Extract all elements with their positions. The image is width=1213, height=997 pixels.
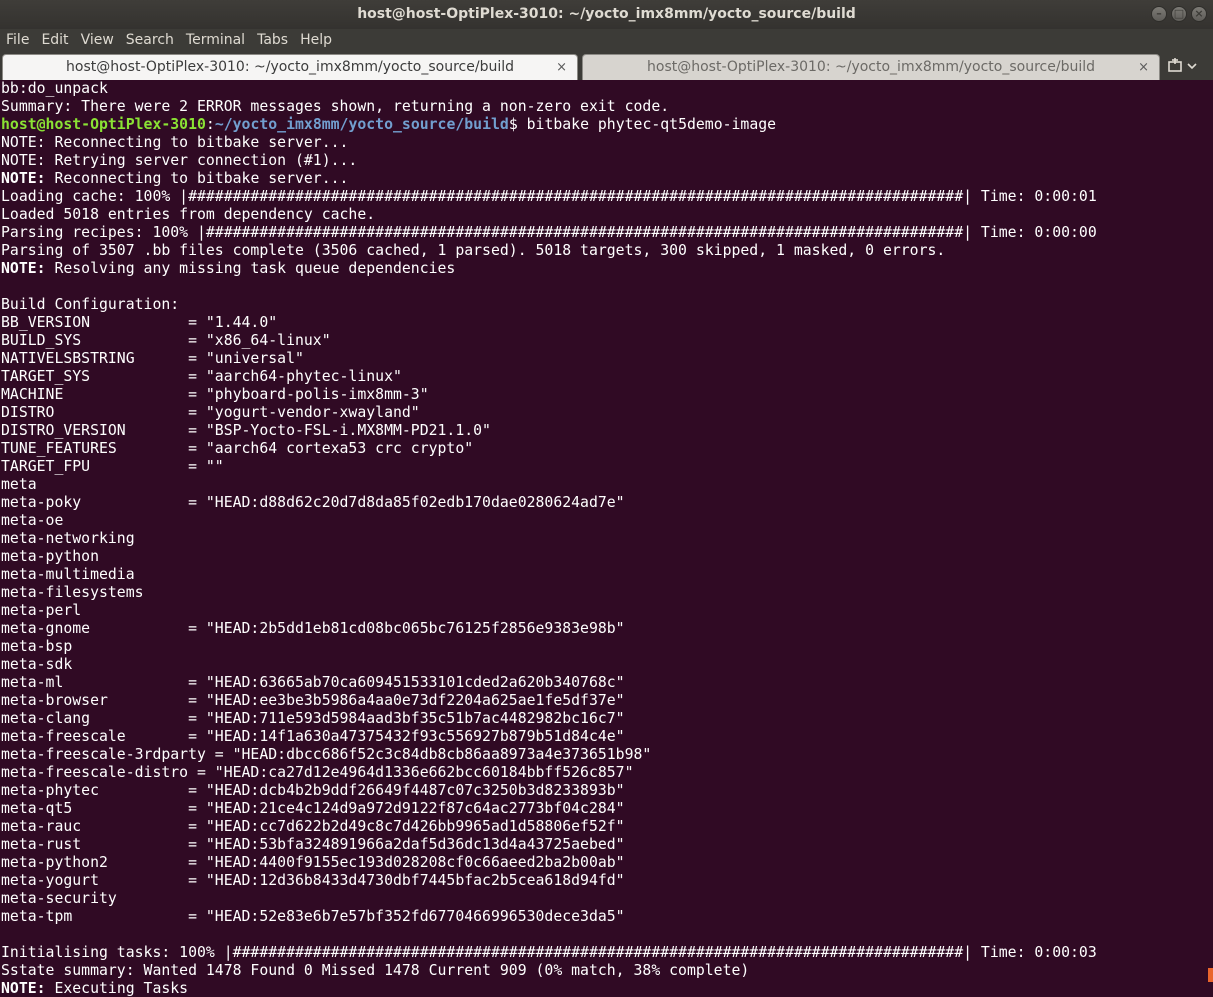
- terminal-line: meta-filesystems: [1, 584, 1213, 602]
- terminal-line: meta-rust = "HEAD:53bfa324891966a2daf5d3…: [1, 836, 1213, 854]
- terminal-line: meta-browser = "HEAD:ee3be3b5986a4aa0e73…: [1, 692, 1213, 710]
- new-tab-button[interactable]: [1164, 56, 1208, 80]
- menu-edit[interactable]: Edit: [35, 29, 74, 52]
- scrollbar-marker[interactable]: [1208, 968, 1213, 982]
- note-label: NOTE:: [1, 260, 46, 277]
- terminal-line: TUNE_FEATURES = "aarch64 cortexa53 crc c…: [1, 440, 1213, 458]
- terminal-line: NOTE: Retrying server connection (#1)...: [1, 152, 1213, 170]
- terminal-line: DISTRO = "yogurt-vendor-xwayland": [1, 404, 1213, 422]
- note-text: Reconnecting to bitbake server...: [46, 170, 349, 187]
- menu-tabs[interactable]: Tabs: [251, 29, 294, 52]
- terminal-line: meta-sdk: [1, 656, 1213, 674]
- menu-view[interactable]: View: [75, 29, 120, 52]
- terminal-line: bb:do_unpack: [1, 80, 1213, 98]
- terminal-line: Build Configuration:: [1, 296, 1213, 314]
- menu-help[interactable]: Help: [294, 29, 338, 52]
- prompt-command: $ bitbake phytec-qt5demo-image: [509, 116, 776, 133]
- terminal-line: meta-python2 = "HEAD:4400f9155ec193d0282…: [1, 854, 1213, 872]
- terminal-line: NOTE: Reconnecting to bitbake server...: [1, 170, 1213, 188]
- terminal-line: meta-python: [1, 548, 1213, 566]
- menu-file[interactable]: File: [0, 29, 35, 52]
- terminal-line: TARGET_SYS = "aarch64-phytec-linux": [1, 368, 1213, 386]
- terminal-line: meta-perl: [1, 602, 1213, 620]
- terminal-line: BB_VERSION = "1.44.0": [1, 314, 1213, 332]
- terminal-line: Initialising tasks: 100% |##############…: [1, 944, 1213, 962]
- terminal-line: NOTE: Executing Tasks: [1, 980, 1213, 997]
- terminal-line: [1, 278, 1213, 296]
- terminal-line: meta-tpm = "HEAD:52e83e6b7e57bf352fd6770…: [1, 908, 1213, 926]
- close-icon[interactable]: ×: [1191, 6, 1207, 22]
- terminal-output[interactable]: bb:do_unpackSummary: There were 2 ERROR …: [0, 80, 1213, 997]
- terminal-line: meta-clang = "HEAD:711e593d5984aad3bf35c…: [1, 710, 1213, 728]
- window-titlebar: host@host-OptiPlex-3010: ~/yocto_imx8mm/…: [0, 0, 1213, 29]
- tab-1-close-icon[interactable]: ×: [556, 55, 567, 80]
- terminal-line: meta-yogurt = "HEAD:12d36b8433d4730dbf74…: [1, 872, 1213, 890]
- terminal-line: meta-freescale = "HEAD:14f1a630a47375432…: [1, 728, 1213, 746]
- terminal-line: BUILD_SYS = "x86_64-linux": [1, 332, 1213, 350]
- terminal-line: meta-gnome = "HEAD:2b5dd1eb81cd08bc065bc…: [1, 620, 1213, 638]
- maximize-icon[interactable]: □: [1171, 6, 1187, 22]
- terminal-line: Sstate summary: Wanted 1478 Found 0 Miss…: [1, 962, 1213, 980]
- note-label: NOTE:: [1, 980, 46, 997]
- terminal-line: Parsing of 3507 .bb files complete (3506…: [1, 242, 1213, 260]
- terminal-line: meta-qt5 = "HEAD:21ce4c124d9a972d9122f87…: [1, 800, 1213, 818]
- new-tab-icon: [1164, 56, 1198, 76]
- terminal-line: meta: [1, 476, 1213, 494]
- terminal-line: NATIVELSBSTRING = "universal": [1, 350, 1213, 368]
- terminal-line: Parsing recipes: 100% |#################…: [1, 224, 1213, 242]
- terminal-line: meta-ml = "HEAD:63665ab70ca609451533101c…: [1, 674, 1213, 692]
- terminal-line: meta-oe: [1, 512, 1213, 530]
- minimize-icon[interactable]: –: [1151, 6, 1167, 22]
- terminal-line: meta-rauc = "HEAD:cc7d622b2d49c8c7d426bb…: [1, 818, 1213, 836]
- terminal-line: meta-freescale-distro = "HEAD:ca27d12e49…: [1, 764, 1213, 782]
- terminal-line: meta-bsp: [1, 638, 1213, 656]
- note-label: NOTE:: [1, 170, 46, 187]
- tab-bar: host@host-OptiPlex-3010: ~/yocto_imx8mm/…: [0, 52, 1213, 80]
- terminal-line: Loaded 5018 entries from dependency cach…: [1, 206, 1213, 224]
- terminal-line: Loading cache: 100% |###################…: [1, 188, 1213, 206]
- terminal-line: MACHINE = "phyboard-polis-imx8mm-3": [1, 386, 1213, 404]
- note-text: Resolving any missing task queue depende…: [46, 260, 456, 277]
- menu-search[interactable]: Search: [120, 29, 180, 52]
- terminal-line: DISTRO_VERSION = "BSP-Yocto-FSL-i.MX8MM-…: [1, 422, 1213, 440]
- tab-2-label: host@host-OptiPlex-3010: ~/yocto_imx8mm/…: [647, 59, 1095, 75]
- terminal-prompt-line: host@host-OptiPlex-3010:~/yocto_imx8mm/y…: [1, 116, 1213, 134]
- terminal-line: meta-multimedia: [1, 566, 1213, 584]
- prompt-separator: :: [206, 116, 215, 133]
- terminal-line: meta-freescale-3rdparty = "HEAD:dbcc686f…: [1, 746, 1213, 764]
- terminal-line: meta-networking: [1, 530, 1213, 548]
- menu-bar: File Edit View Search Terminal Tabs Help: [0, 29, 1213, 52]
- note-text: Executing Tasks: [46, 980, 189, 997]
- terminal-line: meta-poky = "HEAD:d88d62c20d7d8da85f02ed…: [1, 494, 1213, 512]
- terminal-line: [1, 926, 1213, 944]
- terminal-line: NOTE: Resolving any missing task queue d…: [1, 260, 1213, 278]
- tab-1[interactable]: host@host-OptiPlex-3010: ~/yocto_imx8mm/…: [2, 54, 578, 80]
- tab-1-label: host@host-OptiPlex-3010: ~/yocto_imx8mm/…: [66, 59, 514, 75]
- terminal-line: NOTE: Reconnecting to bitbake server...: [1, 134, 1213, 152]
- tab-2-close-icon[interactable]: ×: [1138, 55, 1149, 80]
- terminal-line: meta-phytec = "HEAD:dcb4b2b9ddf26649f448…: [1, 782, 1213, 800]
- terminal-line: TARGET_FPU = "": [1, 458, 1213, 476]
- menu-terminal[interactable]: Terminal: [180, 29, 251, 52]
- window-controls: – □ ×: [1151, 6, 1207, 22]
- terminal-line: meta-security: [1, 890, 1213, 908]
- window-title: host@host-OptiPlex-3010: ~/yocto_imx8mm/…: [357, 6, 856, 22]
- terminal-line: Summary: There were 2 ERROR messages sho…: [1, 98, 1213, 116]
- prompt-path: ~/yocto_imx8mm/yocto_source/build: [215, 116, 509, 133]
- prompt-user: host@host-OptiPlex-3010: [1, 116, 206, 133]
- tab-2[interactable]: host@host-OptiPlex-3010: ~/yocto_imx8mm/…: [582, 54, 1160, 80]
